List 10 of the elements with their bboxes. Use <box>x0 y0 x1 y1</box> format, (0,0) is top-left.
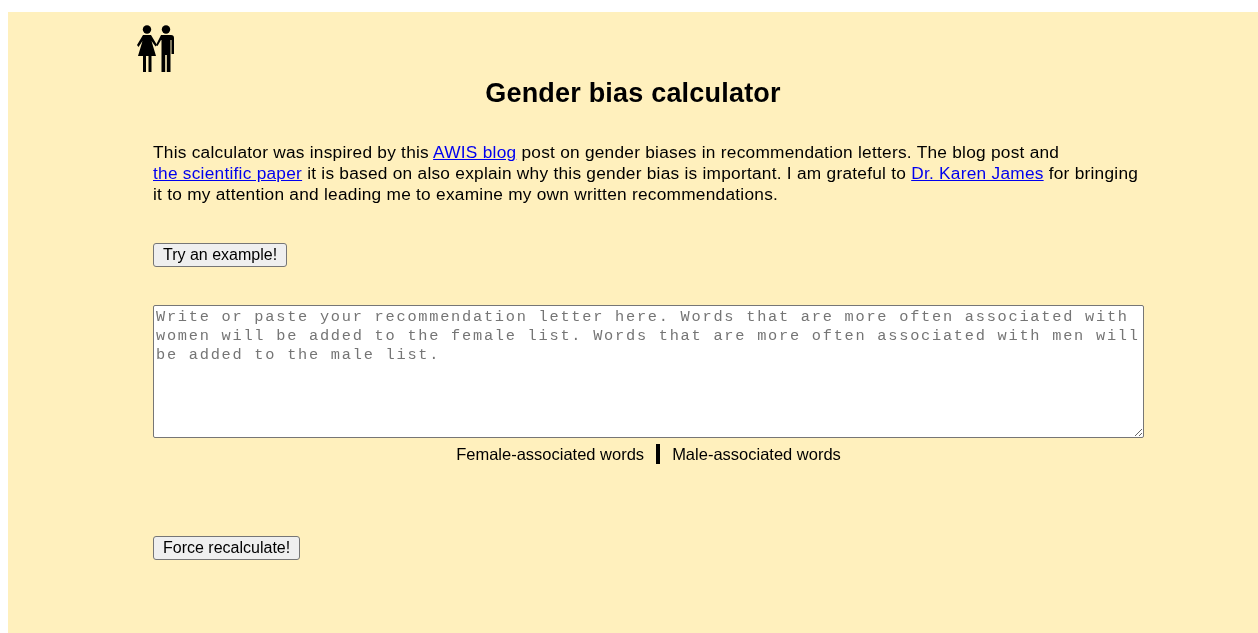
example-button[interactable]: Try an example! <box>153 243 288 267</box>
letter-field[interactable]: Write or paste your recommendation letter here. Words that are more often associated with women will be added to the female list. Words that are more often associated with men will be added to the male list. <box>153 305 1144 438</box>
word-list-label: Male-associated words <box>672 444 841 464</box>
intro-link[interactable]: the scientific paper <box>153 163 303 183</box>
intro-link[interactable]: AWIS blog <box>433 142 517 162</box>
word-list-label: Female-associated words <box>456 444 645 464</box>
recalculate-button[interactable]: Force recalculate! <box>153 536 301 560</box>
page-title: Gender bias calculator <box>485 78 781 108</box>
intro-link[interactable]: Dr. Karen James <box>911 163 1044 183</box>
intro-paragraph: This calculator was inspired by this AWIS blog post on gender biases in recommendation letters. The blog post and the scientific paper it is based on also explain why this gender bias is important. I am grateful to Dr. Karen James for bringing it to my attention and leading me to examine my own written recommendations. <box>153 142 1140 205</box>
